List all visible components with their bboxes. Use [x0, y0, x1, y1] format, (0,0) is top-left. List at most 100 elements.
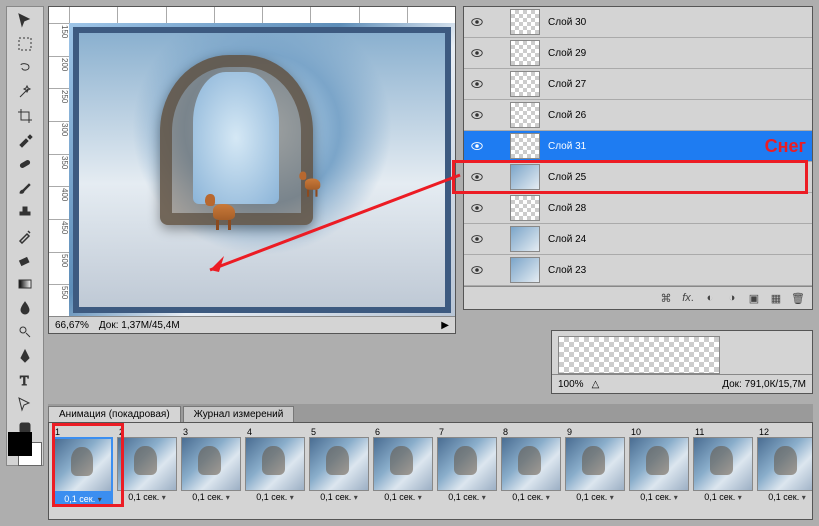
frame-delay[interactable]: 0,1 сек. ▾ — [117, 491, 177, 503]
frame-thumbnail[interactable] — [245, 437, 305, 491]
link-icon[interactable]: ⌘ — [656, 289, 676, 307]
layer-row[interactable]: Слой 29 — [464, 38, 812, 69]
layer-thumbnail[interactable] — [510, 102, 540, 128]
tool-gradient[interactable] — [11, 273, 39, 295]
tool-heal[interactable] — [11, 153, 39, 175]
frame-thumbnail[interactable] — [181, 437, 241, 491]
animation-frame[interactable]: 120,1 сек. ▾ — [757, 427, 812, 520]
visibility-icon[interactable] — [470, 139, 484, 153]
frame-thumbnail[interactable] — [437, 437, 497, 491]
visibility-icon[interactable] — [470, 263, 484, 277]
tool-dodge[interactable] — [11, 321, 39, 343]
visibility-icon[interactable] — [470, 108, 484, 122]
frame-thumbnail[interactable] — [629, 437, 689, 491]
frame-delay[interactable]: 0,1 сек. ▾ — [181, 491, 241, 503]
layer-name[interactable]: Слой 27 — [548, 79, 806, 90]
frame-delay[interactable]: 0,1 сек. ▾ — [501, 491, 561, 503]
frame-delay[interactable]: 0,1 сек. ▾ — [757, 491, 812, 503]
layer-row[interactable]: Слой 25 — [464, 162, 812, 193]
navigator-preview[interactable] — [558, 336, 720, 374]
layer-name[interactable]: Слой 28 — [548, 203, 806, 214]
animation-frame[interactable]: 50,1 сек. ▾ — [309, 427, 369, 520]
tool-eyedrop[interactable] — [11, 129, 39, 151]
frame-thumbnail[interactable] — [565, 437, 625, 491]
layer-name[interactable]: Слой 31 — [548, 141, 749, 152]
tool-blur[interactable] — [11, 297, 39, 319]
visibility-icon[interactable] — [470, 77, 484, 91]
layer-thumbnail[interactable] — [510, 40, 540, 66]
frame-delay[interactable]: 0,1 сек. ▾ — [693, 491, 753, 503]
group-icon[interactable]: ▣ — [744, 289, 764, 307]
frame-thumbnail[interactable] — [693, 437, 753, 491]
layer-row[interactable]: Слой 23 — [464, 255, 812, 286]
new-icon[interactable]: ▦ — [766, 289, 786, 307]
zoom-level[interactable]: 66,67% — [55, 320, 89, 331]
animation-frame[interactable]: 60,1 сек. ▾ — [373, 427, 433, 520]
animation-frame[interactable]: 20,1 сек. ▾ — [117, 427, 177, 520]
mask-icon[interactable]: ◐ — [700, 289, 720, 307]
layer-thumbnail[interactable] — [510, 226, 540, 252]
layer-name[interactable]: Слой 24 — [548, 234, 806, 245]
frame-delay[interactable]: 0,1 сек. ▾ — [53, 493, 113, 505]
tool-type[interactable]: T — [11, 369, 39, 391]
layer-thumbnail[interactable] — [510, 164, 540, 190]
animation-frame[interactable]: 80,1 сек. ▾ — [501, 427, 561, 520]
animation-frame[interactable]: 90,1 сек. ▾ — [565, 427, 625, 520]
layer-name[interactable]: Слой 30 — [548, 17, 806, 28]
visibility-icon[interactable] — [470, 170, 484, 184]
layer-row[interactable]: Слой 24 — [464, 224, 812, 255]
tool-stamp[interactable] — [11, 201, 39, 223]
nav-slider[interactable]: △ — [592, 379, 606, 390]
frame-delay[interactable]: 0,1 сек. ▾ — [565, 491, 625, 503]
tool-history[interactable] — [11, 225, 39, 247]
color-swatches[interactable] — [6, 430, 42, 466]
visibility-icon[interactable] — [470, 201, 484, 215]
frame-thumbnail[interactable] — [53, 437, 113, 493]
layer-name[interactable]: Слой 29 — [548, 48, 806, 59]
tool-pen[interactable] — [11, 345, 39, 367]
frame-delay[interactable]: 0,1 сек. ▾ — [629, 491, 689, 503]
layer-name[interactable]: Слой 25 — [548, 172, 806, 183]
frame-delay[interactable]: 0,1 сек. ▾ — [245, 491, 305, 503]
frame-thumbnail[interactable] — [309, 437, 369, 491]
nav-zoom[interactable]: 100% — [558, 379, 584, 390]
animation-frame[interactable]: 100,1 сек. ▾ — [629, 427, 689, 520]
frame-thumbnail[interactable] — [501, 437, 561, 491]
frame-thumbnail[interactable] — [373, 437, 433, 491]
layer-row[interactable]: Слой 27 — [464, 69, 812, 100]
frames-strip[interactable]: 10,1 сек. ▾20,1 сек. ▾30,1 сек. ▾40,1 се… — [49, 423, 812, 520]
tab-animation[interactable]: Анимация (покадровая) — [48, 406, 181, 422]
animation-frame[interactable]: 110,1 сек. ▾ — [693, 427, 753, 520]
tool-lasso[interactable] — [11, 57, 39, 79]
tool-path[interactable] — [11, 393, 39, 415]
tool-move[interactable] — [11, 9, 39, 31]
layer-thumbnail[interactable] — [510, 133, 540, 159]
tab-log[interactable]: Журнал измерений — [183, 406, 295, 422]
frame-thumbnail[interactable] — [757, 437, 812, 491]
frame-delay[interactable]: 0,1 сек. ▾ — [373, 491, 433, 503]
tool-eraser[interactable] — [11, 249, 39, 271]
canvas[interactable] — [69, 23, 455, 317]
layer-thumbnail[interactable] — [510, 9, 540, 35]
layer-name[interactable]: Слой 26 — [548, 110, 806, 121]
fx-icon[interactable]: fx. — [678, 289, 698, 307]
visibility-icon[interactable] — [470, 15, 484, 29]
animation-frame[interactable]: 70,1 сек. ▾ — [437, 427, 497, 520]
tool-marquee[interactable] — [11, 33, 39, 55]
animation-frame[interactable]: 40,1 сек. ▾ — [245, 427, 305, 520]
visibility-icon[interactable] — [470, 232, 484, 246]
layer-row[interactable]: Слой 28 — [464, 193, 812, 224]
layer-thumbnail[interactable] — [510, 257, 540, 283]
adjust-icon[interactable]: ◑ — [722, 289, 742, 307]
layer-row[interactable]: Слой 30 — [464, 7, 812, 38]
tool-wand[interactable] — [11, 81, 39, 103]
visibility-icon[interactable] — [470, 46, 484, 60]
animation-frame[interactable]: 10,1 сек. ▾ — [53, 427, 113, 520]
animation-frame[interactable]: 30,1 сек. ▾ — [181, 427, 241, 520]
tool-crop[interactable] — [11, 105, 39, 127]
layer-row[interactable]: Слой 26 — [464, 100, 812, 131]
tool-brush[interactable] — [11, 177, 39, 199]
layer-name[interactable]: Слой 23 — [548, 265, 806, 276]
layer-thumbnail[interactable] — [510, 195, 540, 221]
frame-thumbnail[interactable] — [117, 437, 177, 491]
